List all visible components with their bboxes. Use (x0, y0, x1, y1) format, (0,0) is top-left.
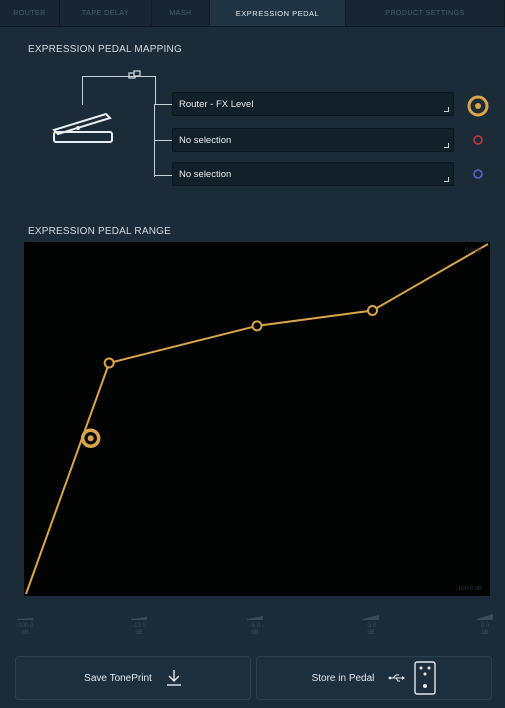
range-mark-5: 0.0 dB (470, 614, 500, 637)
save-toneprint-label: Save TonePrint (84, 672, 152, 684)
save-toneprint-button[interactable]: Save TonePrint (15, 656, 251, 700)
corner-label-top: 0.0 dB (464, 248, 482, 254)
expression-pedal-icon (52, 112, 113, 143)
mapping-dropdown-3-value: No selection (179, 168, 232, 180)
slot-3-indicator-icon[interactable] (472, 168, 484, 180)
mapping-dropdown-1[interactable]: Router - FX Level (172, 92, 454, 116)
range-title: EXPRESSION PEDAL RANGE (28, 226, 171, 237)
range-curve-line (25, 243, 489, 595)
corner-label-bottom: -100.0 dB (455, 586, 482, 592)
pedal-position-icon (131, 617, 147, 620)
pedal-position-icon (477, 614, 493, 620)
connector-branch (155, 175, 172, 176)
pedal-device-icon (414, 661, 437, 695)
tab-bar: ROUTER TAPE DELAY MASH EXPRESSION PEDAL … (0, 0, 505, 27)
usb-icon (389, 674, 406, 682)
link-icon (128, 70, 141, 79)
mapping-dropdown-2[interactable]: No selection (172, 128, 454, 152)
mapping-dropdown-3[interactable]: No selection (172, 162, 454, 186)
active-curve-point-center (87, 435, 94, 442)
tab-router[interactable]: ROUTER (0, 0, 60, 26)
pedal-position-icon (17, 618, 33, 620)
curve-point[interactable] (367, 305, 378, 316)
connector-line (82, 76, 156, 105)
range-mark-4: -3.0 dB (356, 614, 386, 637)
range-mark-1: -100.0 dB (10, 614, 40, 637)
curve-point[interactable] (103, 357, 115, 369)
range-mark-2: -12.0 dB (124, 614, 154, 637)
range-chart[interactable]: 0.0 dB -100.0 dB (24, 242, 490, 596)
download-icon (166, 670, 181, 686)
mapping-title: EXPRESSION PEDAL MAPPING (28, 44, 182, 55)
tab-expression-pedal[interactable]: EXPRESSION PEDAL (210, 0, 346, 26)
store-in-pedal-label: Store in Pedal (311, 672, 375, 684)
mapping-dropdown-2-value: No selection (179, 134, 232, 146)
pedal-position-icon (247, 616, 263, 620)
range-curve[interactable] (24, 242, 490, 596)
slot-2-indicator-icon[interactable] (472, 134, 484, 146)
mapping-dropdown-1-value: Router - FX Level (179, 98, 254, 110)
curve-point[interactable] (251, 320, 263, 332)
tab-product-settings[interactable]: PRODUCT SETTINGS (346, 0, 505, 26)
tab-tape-delay[interactable]: TAPE DELAY (60, 0, 152, 26)
range-mark-3: -6.0 dB (240, 614, 270, 637)
connector-branch (155, 140, 172, 141)
store-in-pedal-button[interactable]: Store in Pedal (256, 656, 492, 700)
pedal-position-icon (363, 615, 379, 620)
tab-mash[interactable]: MASH (152, 0, 210, 26)
slot-1-indicator-icon[interactable] (467, 95, 489, 117)
